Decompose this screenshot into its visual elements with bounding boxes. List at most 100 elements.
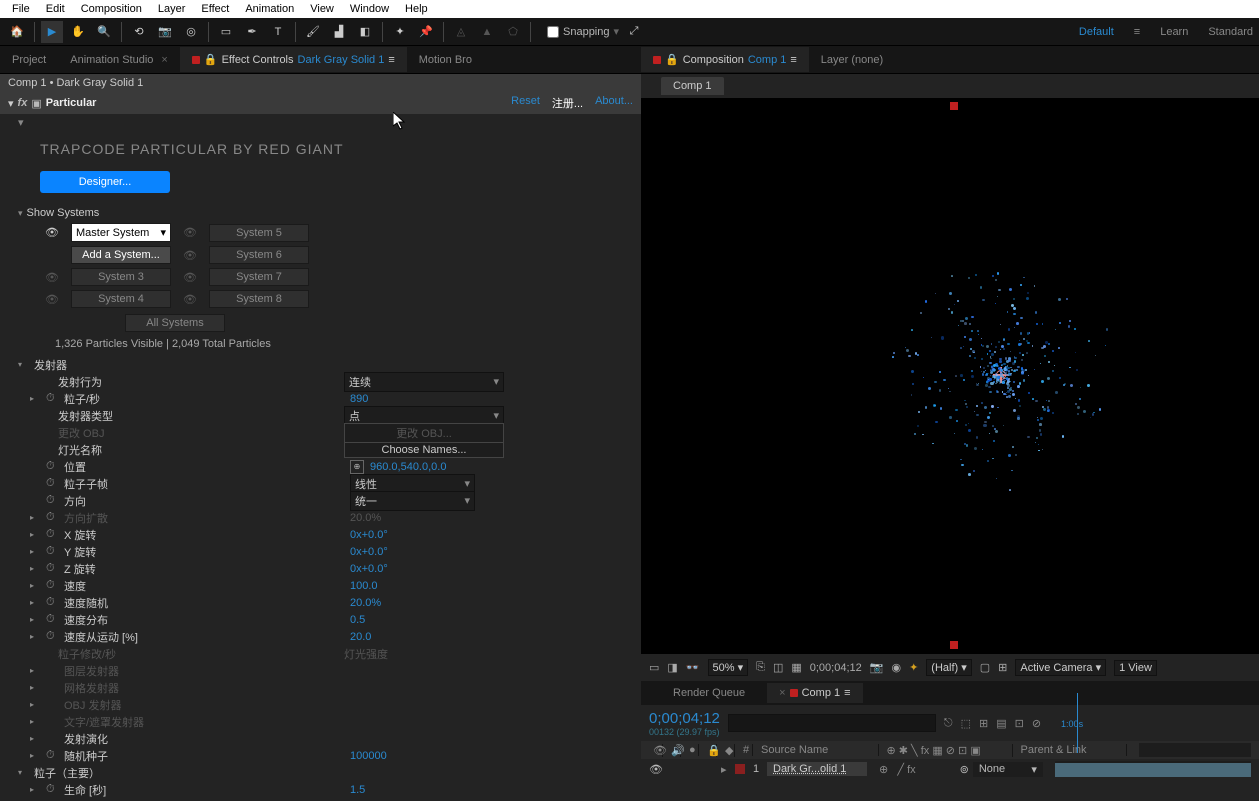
twirl-right-icon[interactable]: ▸ [30,598,40,607]
tab-motion-bro[interactable]: Motion Bro [407,48,484,72]
comp-tab[interactable]: Comp 1 [661,77,724,95]
stopwatch-icon[interactable]: ⏱ [46,749,58,762]
menu-help[interactable]: Help [397,1,436,17]
safe-zones-icon[interactable]: ▦ [791,661,801,674]
twirl-right-icon[interactable]: ▸ [30,547,40,556]
position-picker-icon[interactable]: ⊕ [350,460,364,474]
menu-view[interactable]: View [302,1,342,17]
eye-icon[interactable]: 👁 [183,249,197,262]
menu-animation[interactable]: Animation [237,1,302,17]
add-system-button[interactable]: Add a System... [71,246,171,264]
twirl-right-icon[interactable]: ▸ [721,763,731,776]
prop-value[interactable]: 960.0,540.0,0.0 [370,461,446,473]
panel-menu-icon[interactable]: ≡ [844,687,850,699]
emit-behaviour-dropdown[interactable]: 连续▾ [344,372,504,392]
source-name-column[interactable]: Source Name [757,744,879,756]
camera-dropdown[interactable]: Active Camera ▾ [1015,659,1106,676]
all-systems-button[interactable]: All Systems [125,314,225,332]
stopwatch-icon[interactable]: ⏱ [46,545,58,558]
register-link[interactable]: 注册... [552,95,583,111]
stopwatch-icon[interactable]: ⏱ [46,562,58,575]
twirl-down-icon[interactable]: ▾ [18,117,24,129]
choose-names-button[interactable]: Choose Names... [344,442,504,458]
eye-icon[interactable]: 👁 [649,763,663,776]
tab-render-queue[interactable]: Render Queue [661,683,757,703]
workspace-default[interactable]: Default [1079,26,1114,38]
show-channel-icon[interactable]: ◉ [891,661,901,674]
tab-effect-controls[interactable]: 🔒 Effect Controls Dark Gray Solid 1 ≡ [180,47,407,72]
snapshot-icon[interactable]: 📷 [870,661,884,674]
prop-value[interactable]: 1.5 [350,784,365,796]
timeline-search-input[interactable] [728,714,936,732]
brush-tool-icon[interactable]: 🖌 [302,21,324,43]
text-tool-icon[interactable]: T [267,21,289,43]
prop-value[interactable]: 0.5 [350,614,365,626]
full-res-icon[interactable]: ⎘ [756,661,765,674]
prop-value[interactable]: 0x+0.0° [350,546,388,558]
toggle-transparency-icon[interactable]: ◨ [667,661,677,674]
eye-icon[interactable]: 👁 [183,293,197,306]
system-6-button[interactable]: System 6 [209,246,309,264]
twirl-down-icon[interactable]: ▾ [18,768,28,777]
prop-label[interactable]: 发射演化 [64,731,344,747]
stopwatch-icon[interactable]: ⏱ [46,392,58,405]
margin-handle-top[interactable] [950,102,958,110]
solo-column-icon[interactable]: ● [685,744,699,756]
fx-badge-icon[interactable]: fx [18,97,28,109]
playhead[interactable] [1077,693,1078,753]
clone-tool-icon[interactable]: ▟ [328,21,350,43]
margin-handle-bottom[interactable] [950,641,958,649]
tab-project[interactable]: Project [0,48,58,72]
tab-timeline-comp[interactable]: ×Comp 1≡ [767,683,862,703]
hamburger-icon[interactable]: ≡ [1134,26,1140,38]
system-3-button[interactable]: System 3 [71,268,171,286]
close-icon[interactable]: × [779,687,785,699]
twirl-right-icon[interactable]: ▸ [30,785,40,794]
mask-icon[interactable]: ◫ [773,661,783,674]
grid-icon[interactable]: ⊞ [998,661,1007,674]
layer-switches[interactable]: ⊕ ╱ fx [879,763,916,776]
stopwatch-icon[interactable]: ⏱ [46,528,58,541]
stopwatch-icon[interactable]: ⏱ [46,613,58,626]
home-icon[interactable]: 🏠 [6,21,28,43]
twirl-right-icon[interactable]: ▸ [30,564,40,573]
tab-animation-studio[interactable]: Animation Studio× [58,48,180,72]
zoom-tool-icon[interactable]: 🔍 [93,21,115,43]
designer-button[interactable]: Designer... [40,171,170,193]
prop-value[interactable]: 20.0% [350,597,381,609]
hand-tool-icon[interactable]: ✋ [67,21,89,43]
composition-viewer[interactable] [641,98,1259,653]
twirl-right-icon[interactable]: ▸ [30,530,40,539]
system-7-button[interactable]: System 7 [209,268,309,286]
tl-icon[interactable]: ▤ [996,717,1006,730]
twirl-right-icon[interactable]: ▸ [30,632,40,641]
roto-tool-icon[interactable]: ✦ [389,21,411,43]
lock-icon[interactable]: 🔒 [204,53,218,66]
stopwatch-icon[interactable]: ⏱ [46,460,58,473]
prop-value[interactable]: 890 [350,393,368,405]
menu-composition[interactable]: Composition [73,1,150,17]
eye-icon[interactable]: 👁 [45,226,59,239]
eye-icon[interactable]: 👁 [45,293,59,306]
lock-column-icon[interactable]: 🔒 [703,744,717,757]
menu-effect[interactable]: Effect [193,1,237,17]
tl-icon[interactable]: ⊡ [1015,717,1024,730]
label-column-icon[interactable]: ◆ [721,744,735,757]
timecode[interactable]: 0;00;04;12 [810,662,862,674]
tl-icon[interactable]: ⊞ [979,717,988,730]
workspace-standard[interactable]: Standard [1208,26,1253,38]
panel-menu-icon[interactable]: ≡ [388,54,394,66]
stopwatch-icon[interactable]: ⏱ [46,630,58,643]
pickwhip-icon[interactable]: ⊚ [960,763,969,776]
magnify-icon[interactable]: ▭ [649,661,659,674]
layer-bar[interactable] [1055,763,1251,777]
color-mgmt-icon[interactable]: ✦ [909,661,918,674]
about-link[interactable]: About... [595,95,633,111]
twirl-right-icon[interactable]: ▸ [30,615,40,624]
system-4-button[interactable]: System 4 [71,290,171,308]
snapping-toggle[interactable]: Snapping ▾ [547,25,619,38]
stopwatch-icon[interactable]: ⏱ [46,783,58,796]
effect-name[interactable]: Particular [46,97,97,109]
stopwatch-icon[interactable]: ⏱ [46,596,58,609]
tl-icon[interactable]: ⬚ [961,717,971,730]
